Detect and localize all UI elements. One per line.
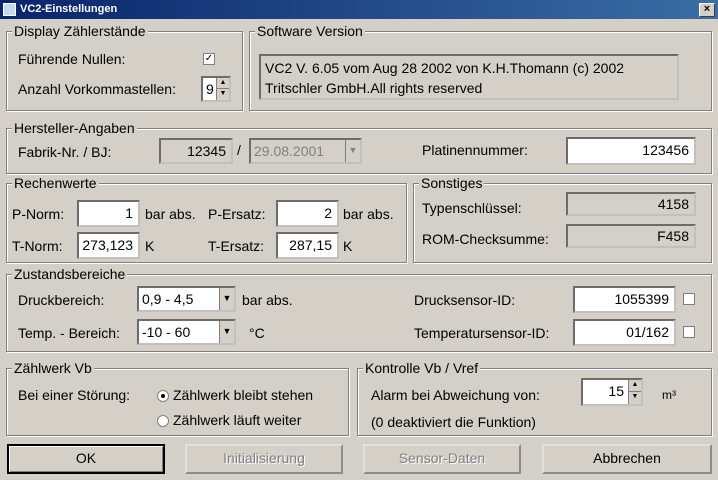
spin-down-icon[interactable]: ▼ (217, 89, 229, 100)
alarm-hint: (0 deaktiviert die Funktion) (371, 414, 536, 430)
temperatursensor-field[interactable]: 01/162 (573, 319, 676, 346)
ok-button[interactable]: OK (7, 444, 165, 474)
tnorm-label: T-Norm: (12, 238, 63, 254)
druckbereich-value: 0,9 - 4,5 (142, 291, 194, 307)
baujahr-value: 29.08.2001 (254, 143, 325, 159)
software-line-2: Tritschler GmbH.All rights reserved (265, 80, 483, 96)
persatz-field[interactable]: 2 (276, 200, 339, 227)
platinennummer-field[interactable]: 123456 (566, 137, 696, 165)
rom-checksumme-label: ROM-Checksumme: (422, 231, 549, 247)
typenschluessel-label: Typenschlüssel: (422, 200, 522, 216)
display-legend: Display Zählerstände (12, 23, 148, 39)
alarm-label: Alarm bei Abweichung von: (371, 387, 540, 403)
software-line-1: VC2 V. 6.05 vom Aug 28 2002 von K.H.Thom… (265, 60, 625, 76)
persatz-unit: bar abs. (343, 206, 394, 222)
zaehlwerk-legend: Zählwerk Vb (12, 360, 94, 376)
druckbereich-combo[interactable]: 0,9 - 4,5 ▼ (137, 286, 236, 312)
app-icon (3, 3, 16, 16)
tersatz-unit: K (343, 238, 353, 254)
fuehrende-nullen-label: Führende Nullen: (18, 51, 126, 67)
platinennummer-label: Platinennummer: (422, 142, 528, 158)
rechenwerte-legend: Rechenwerte (12, 175, 99, 191)
fabrik-nr-label: Fabrik-Nr. / BJ: (18, 144, 112, 160)
drucksensor-label: Drucksensor-ID: (414, 292, 516, 308)
anzahl-value: 9 (206, 81, 214, 97)
alarm-spinner-buttons[interactable]: ▲ ▼ (628, 380, 641, 404)
tnorm-unit: K (145, 238, 155, 254)
pnorm-unit: bar abs. (145, 206, 196, 222)
rom-checksumme-field: F458 (566, 224, 696, 248)
option-bleibt-stehen-label[interactable]: Zählwerk bleibt stehen (173, 386, 313, 404)
pnorm-label: P-Norm: (12, 206, 65, 222)
sonstiges-legend: Sonstiges (419, 175, 485, 191)
initialisierung-button[interactable]: Initialisierung (185, 444, 343, 474)
drucksensor-field[interactable]: 1055399 (573, 286, 676, 313)
software-version-box: VC2 V. 6.05 vom Aug 28 2002 von K.H.Thom… (259, 54, 679, 100)
temp-bereich-unit: °C (249, 325, 265, 341)
close-button[interactable]: × (699, 3, 715, 17)
software-legend: Software Version (255, 23, 365, 39)
chevron-down-icon[interactable]: ▼ (219, 288, 234, 310)
hersteller-legend: Hersteller-Angaben (12, 120, 137, 136)
drucksensor-checkbox[interactable] (683, 293, 695, 305)
alarm-value: 15 (608, 383, 624, 399)
radio-bleibt-stehen[interactable] (157, 390, 169, 402)
spin-up-icon[interactable]: ▲ (629, 380, 641, 392)
typenschluessel-field: 4158 (566, 192, 696, 216)
fabrik-separator: / (237, 142, 241, 158)
temp-bereich-combo[interactable]: -10 - 60 ▼ (137, 319, 236, 345)
anzahl-vorkommastellen-label: Anzahl Vorkommastellen: (18, 81, 176, 97)
temp-bereich-label: Temp. - Bereich: (18, 325, 120, 341)
spin-up-icon[interactable]: ▲ (217, 78, 229, 89)
baujahr-combo: 29.08.2001 ▼ (249, 138, 362, 164)
radio-laeuft-weiter[interactable] (157, 415, 169, 427)
pnorm-field[interactable]: 1 (77, 200, 140, 227)
chevron-down-icon: ▼ (345, 140, 360, 162)
alarm-spinner[interactable]: 15 ▲ ▼ (581, 378, 643, 406)
window-title: VC2-Einstellungen (20, 3, 118, 15)
fabrik-nr-field: 12345 (159, 138, 233, 164)
druckbereich-unit: bar abs. (242, 292, 293, 308)
abbrechen-button[interactable]: Abbrechen (542, 444, 712, 474)
stoerung-label: Bei einer Störung: (18, 387, 131, 403)
tnorm-field[interactable]: 273,123 (77, 232, 140, 259)
zustand-legend: Zustandsbereiche (12, 266, 128, 282)
spinner-buttons[interactable]: ▲ ▼ (216, 78, 229, 100)
anzahl-vorkommastellen-spinner[interactable]: 9 ▲ ▼ (201, 76, 231, 102)
option-laeuft-weiter-label[interactable]: Zählwerk läuft weiter (173, 411, 301, 429)
kontrolle-legend: Kontrolle Vb / Vref (363, 360, 481, 376)
alarm-unit: m³ (662, 388, 676, 402)
fuehrende-nullen-checkbox[interactable]: ✓ (203, 53, 215, 65)
temperatursensor-checkbox[interactable] (683, 326, 695, 338)
persatz-label: P-Ersatz: (208, 206, 266, 222)
sensor-daten-button[interactable]: Sensor-Daten (363, 444, 521, 474)
chevron-down-icon[interactable]: ▼ (219, 321, 234, 343)
temperatursensor-label: Temperatursensor-ID: (414, 325, 550, 341)
tersatz-label: T-Ersatz: (208, 238, 265, 254)
druckbereich-label: Druckbereich: (18, 292, 105, 308)
temp-bereich-value: -10 - 60 (142, 324, 191, 340)
tersatz-field[interactable]: 287,15 (276, 232, 339, 259)
spin-down-icon[interactable]: ▼ (629, 392, 641, 404)
